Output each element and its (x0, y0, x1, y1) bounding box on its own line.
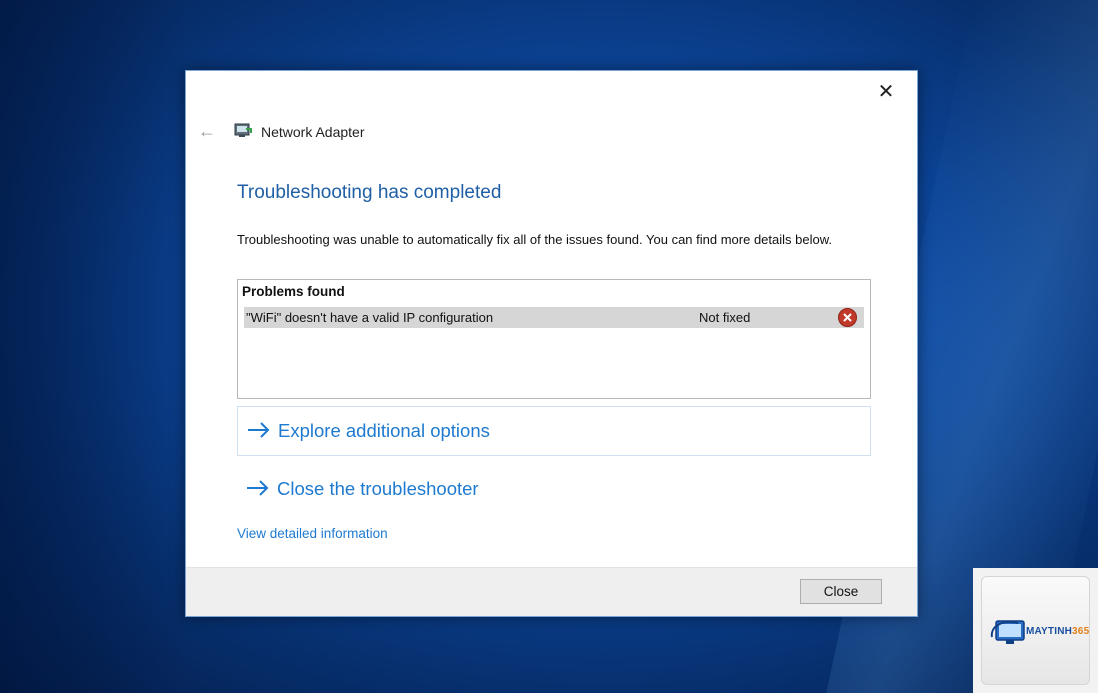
watermark-card: MAYTINH365 (981, 576, 1090, 685)
explore-options-link[interactable]: Explore additional options (237, 406, 871, 456)
watermark: MAYTINH365 (973, 568, 1098, 693)
close-troubleshooter-link[interactable]: Close the troubleshooter (237, 465, 871, 515)
result-message: Troubleshooting was unable to automatica… (237, 232, 832, 247)
close-icon[interactable]: ✕ (875, 81, 897, 103)
close-button[interactable]: Close (800, 579, 882, 604)
app-title: Network Adapter (261, 124, 365, 140)
page-heading: Troubleshooting has completed (237, 182, 502, 203)
problems-found-panel: Problems found "WiFi" doesn't have a val… (237, 279, 871, 399)
error-icon (838, 308, 857, 327)
troubleshooter-dialog: ✕ ← Network Adapter Troubleshooting has … (185, 70, 918, 617)
problem-description: "WiFi" doesn't have a valid IP configura… (246, 310, 494, 325)
view-detailed-information-link[interactable]: View detailed information (237, 526, 388, 541)
desktop-shadow (0, 0, 190, 693)
arrow-right-icon (247, 480, 269, 496)
problem-status: Not fixed (699, 310, 751, 325)
watermark-brand: MAYTINH365 (1026, 626, 1089, 637)
close-troubleshooter-label: Close the troubleshooter (277, 478, 479, 499)
watermark-brand-accent: 365 (1072, 626, 1090, 637)
arrow-right-icon (248, 422, 270, 438)
watermark-brand-main: MAYTINH (1026, 626, 1073, 637)
dialog-footer: Close (186, 567, 917, 616)
back-arrow-icon[interactable]: ← (198, 121, 216, 142)
explore-options-label: Explore additional options (278, 420, 490, 441)
monitor-logo-icon (990, 620, 1025, 644)
network-adapter-icon (234, 123, 252, 137)
problem-row[interactable]: "WiFi" doesn't have a valid IP configura… (244, 307, 864, 328)
problems-found-header: Problems found (242, 284, 345, 299)
